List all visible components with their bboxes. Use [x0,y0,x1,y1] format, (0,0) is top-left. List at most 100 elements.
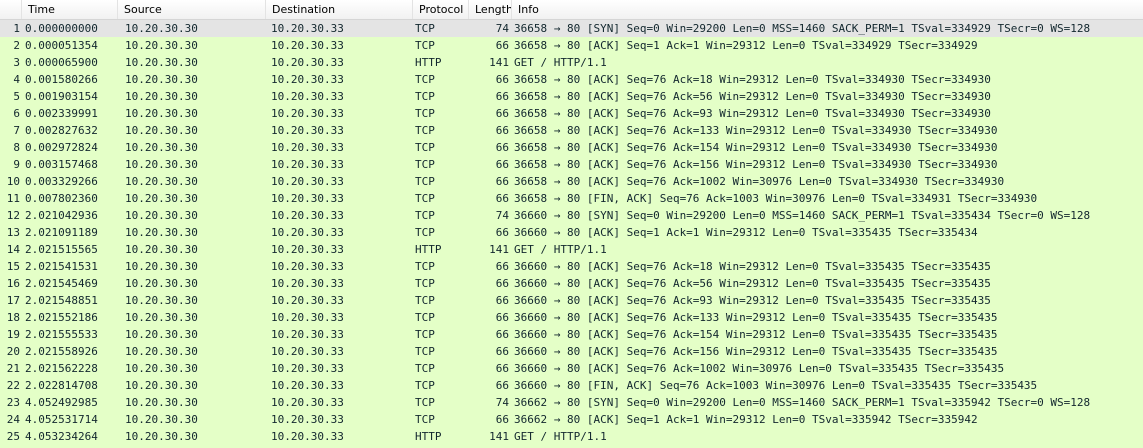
packet-protocol: TCP [415,260,435,273]
column-header-info[interactable]: Info [512,0,1143,19]
packet-source: 10.20.30.30 [125,175,198,188]
column-header-time[interactable]: Time [22,0,118,19]
packet-time: 2.022814708 [25,379,98,392]
table-row[interactable]: 15 2.021541531 10.20.30.30 10.20.30.33 TCP 66… [0,258,1143,275]
table-row[interactable]: 25 4.053234264 10.20.30.30 10.20.30.33 HTTP 1… [0,428,1143,445]
packet-time: 0.002972824 [25,141,98,154]
packet-time: 0.000051354 [25,39,98,52]
packet-length: 66 [495,362,509,375]
column-header-source[interactable]: Source [118,0,266,19]
table-row[interactable]: 4 0.001580266 10.20.30.30 10.20.30.33 TCP 66 3… [0,71,1143,88]
table-row[interactable]: 1 0.000000000 10.20.30.30 10.20.30.33 TCP 74 3… [0,20,1143,37]
packet-protocol: TCP [415,73,435,86]
packet-source: 10.20.30.30 [125,141,198,154]
column-header-length[interactable]: Length [469,0,512,19]
packet-destination: 10.20.30.33 [271,362,344,375]
packet-info: 36658 → 80 [ACK] Seq=76 Ack=56 Win=29312… [514,90,991,103]
packet-length: 141 [489,56,509,69]
table-row[interactable]: 3 0.000065900 10.20.30.30 10.20.30.33 HTTP 14… [0,54,1143,71]
packet-destination: 10.20.30.33 [271,141,344,154]
table-row[interactable]: 24 4.052531714 10.20.30.30 10.20.30.33 TCP 66… [0,411,1143,428]
column-header-protocol[interactable]: Protocol [413,0,469,19]
packet-rows: 1 0.000000000 10.20.30.30 10.20.30.33 TCP 74 3… [0,20,1143,445]
packet-info: 36662 → 80 [SYN] Seq=0 Win=29200 Len=0 M… [514,396,1091,409]
packet-info: 36658 → 80 [ACK] Seq=76 Ack=133 Win=2931… [514,124,998,137]
packet-length: 66 [495,345,509,358]
packet-length: 66 [495,328,509,341]
table-row[interactable]: 7 0.002827632 10.20.30.30 10.20.30.33 TCP 66 3… [0,122,1143,139]
packet-source: 10.20.30.30 [125,413,198,426]
table-row[interactable]: 18 2.021552186 10.20.30.30 10.20.30.33 TCP 66… [0,309,1143,326]
packet-length: 74 [495,22,509,35]
packet-protocol: TCP [415,107,435,120]
packet-info: 36660 → 80 [ACK] Seq=76 Ack=156 Win=2931… [514,345,998,358]
packet-number: 20 [6,345,20,358]
packet-source: 10.20.30.30 [125,226,198,239]
packet-source: 10.20.30.30 [125,107,198,120]
packet-protocol: TCP [415,362,435,375]
packet-source: 10.20.30.30 [125,209,198,222]
packet-time: 2.021091189 [25,226,98,239]
packet-protocol: TCP [415,22,435,35]
table-row[interactable]: 13 2.021091189 10.20.30.30 10.20.30.33 TCP 66… [0,224,1143,241]
packet-protocol: TCP [415,277,435,290]
packet-list[interactable]: Time Source Destination Protocol Length … [0,0,1143,448]
packet-length: 66 [495,294,509,307]
table-row[interactable]: 12 2.021042936 10.20.30.30 10.20.30.33 TCP 74… [0,207,1143,224]
table-row[interactable]: 8 0.002972824 10.20.30.30 10.20.30.33 TCP 66 3… [0,139,1143,156]
packet-length: 66 [495,226,509,239]
packet-number: 10 [6,175,20,188]
packet-number: 24 [6,413,20,426]
packet-destination: 10.20.30.33 [271,56,344,69]
packet-source: 10.20.30.30 [125,260,198,273]
packet-number: 2 [13,39,20,52]
packet-length: 66 [495,73,509,86]
table-row[interactable]: 5 0.001903154 10.20.30.30 10.20.30.33 TCP 66 3… [0,88,1143,105]
packet-info: 36658 → 80 [ACK] Seq=76 Ack=154 Win=2931… [514,141,998,154]
packet-info: 36658 → 80 [ACK] Seq=76 Ack=156 Win=2931… [514,158,998,171]
packet-time: 0.007802360 [25,192,98,205]
packet-protocol: HTTP [415,56,442,69]
packet-info: 36660 → 80 [ACK] Seq=1 Ack=1 Win=29312 L… [514,226,978,239]
table-row[interactable]: 16 2.021545469 10.20.30.30 10.20.30.33 TCP 66… [0,275,1143,292]
packet-number: 6 [13,107,20,120]
table-row[interactable]: 10 0.003329266 10.20.30.30 10.20.30.33 TCP 66… [0,173,1143,190]
packet-protocol: TCP [415,328,435,341]
table-row[interactable]: 11 0.007802360 10.20.30.30 10.20.30.33 TCP 66… [0,190,1143,207]
packet-number: 13 [6,226,20,239]
packet-length: 66 [495,175,509,188]
table-row[interactable]: 20 2.021558926 10.20.30.30 10.20.30.33 TCP 66… [0,343,1143,360]
table-row[interactable]: 17 2.021548851 10.20.30.30 10.20.30.33 TCP 66… [0,292,1143,309]
packet-length: 66 [495,379,509,392]
packet-source: 10.20.30.30 [125,192,198,205]
packet-info: GET / HTTP/1.1 [514,56,607,69]
table-row[interactable]: 19 2.021555533 10.20.30.30 10.20.30.33 TCP 66… [0,326,1143,343]
packet-info: 36658 → 80 [ACK] Seq=1 Ack=1 Win=29312 L… [514,39,978,52]
packet-protocol: TCP [415,379,435,392]
table-row[interactable]: 23 4.052492985 10.20.30.30 10.20.30.33 TCP 74… [0,394,1143,411]
packet-source: 10.20.30.30 [125,90,198,103]
packet-source: 10.20.30.30 [125,277,198,290]
packet-list-header: Time Source Destination Protocol Length … [0,0,1143,20]
packet-number: 15 [6,260,20,273]
packet-destination: 10.20.30.33 [271,39,344,52]
packet-time: 4.052531714 [25,413,98,426]
table-row[interactable]: 2 0.000051354 10.20.30.30 10.20.30.33 TCP 66 3… [0,37,1143,54]
packet-protocol: TCP [415,39,435,52]
packet-info: GET / HTTP/1.1 [514,243,607,256]
packet-destination: 10.20.30.33 [271,379,344,392]
column-header-no[interactable] [0,0,22,19]
table-row[interactable]: 9 0.003157468 10.20.30.30 10.20.30.33 TCP 66 3… [0,156,1143,173]
packet-length: 74 [495,209,509,222]
table-row[interactable]: 14 2.021515565 10.20.30.30 10.20.30.33 HTTP 1… [0,241,1143,258]
table-row[interactable]: 21 2.021562228 10.20.30.30 10.20.30.33 TCP 66… [0,360,1143,377]
packet-number: 7 [13,124,20,137]
column-header-destination[interactable]: Destination [266,0,413,19]
packet-info: 36658 → 80 [FIN, ACK] Seq=76 Ack=1003 Wi… [514,192,1038,205]
packet-number: 11 [6,192,20,205]
table-row[interactable]: 22 2.022814708 10.20.30.30 10.20.30.33 TCP 66… [0,377,1143,394]
table-row[interactable]: 6 0.002339991 10.20.30.30 10.20.30.33 TCP 66 3… [0,105,1143,122]
packet-number: 5 [13,90,20,103]
packet-source: 10.20.30.30 [125,294,198,307]
packet-time: 0.000000000 [25,22,98,35]
